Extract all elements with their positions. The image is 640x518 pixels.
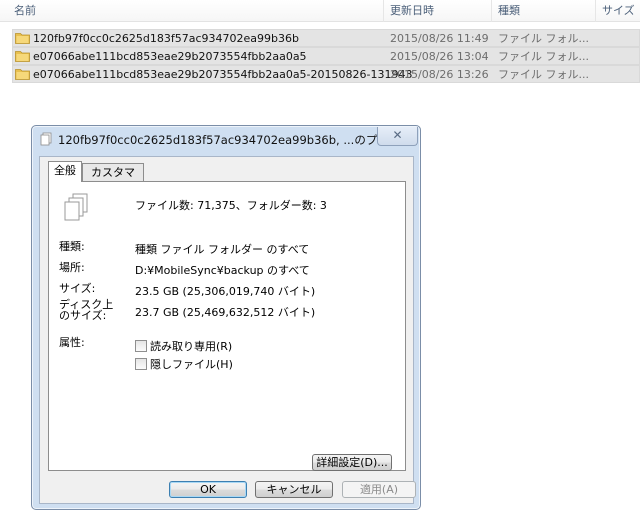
ok-button[interactable]: OK [169, 481, 247, 498]
close-icon: ✕ [392, 128, 403, 142]
folder-icon [15, 33, 30, 44]
dialog-title: 120fb97f0cc0c2625d183f57ac934702ea99b36b… [58, 133, 389, 147]
multiple-files-icon [64, 193, 88, 221]
type-label: 種類: [59, 240, 85, 253]
folder-icon [15, 51, 30, 62]
hidden-checkbox-row[interactable]: 隠しファイル(H) [135, 356, 233, 371]
location-value: D:¥MobileSync¥backup のすべて [135, 264, 310, 277]
readonly-checkbox-row[interactable]: 読み取り専用(R) [135, 338, 233, 353]
file-date: 2015/08/26 13:04 [390, 50, 489, 63]
advanced-button[interactable]: 詳細設定(D)... [312, 454, 392, 471]
file-row[interactable]: e07066abe111bcd853eae29b2073554fbb2aa0a5… [12, 65, 640, 83]
disk-size-value: 23.7 GB (25,469,632,512 バイト) [135, 306, 316, 319]
apply-button[interactable]: 適用(A) [342, 481, 416, 498]
general-tab-panel: ファイル数: 71,375、フォルダー数: 3 種類: 種類 ファイル フォルダ… [48, 181, 406, 471]
column-header-size[interactable]: サイズ [596, 0, 640, 22]
cancel-button[interactable]: キャンセル [255, 481, 333, 498]
separator [59, 325, 399, 326]
properties-dialog: 120fb97f0cc0c2625d183f57ac934702ea99b36b… [31, 125, 421, 510]
file-row[interactable]: 120fb97f0cc0c2625d183f57ac934702ea99b36b… [12, 29, 640, 47]
multiple-files-icon [40, 132, 52, 146]
close-button[interactable]: ✕ [377, 127, 418, 146]
dialog-title-bar[interactable]: 120fb97f0cc0c2625d183f57ac934702ea99b36b… [32, 126, 420, 152]
separator [59, 227, 399, 228]
readonly-label: 読み取り専用(R) [150, 340, 233, 353]
disk-size-label-line2: のサイズ: [59, 309, 107, 322]
attributes-label: 属性: [59, 336, 85, 349]
file-name: 120fb97f0cc0c2625d183f57ac934702ea99b36b [33, 32, 299, 45]
dialog-client-area: 全般 カスタマイズ ファイル数: 71,375、フォルダー数: 3 種類: 種類… [39, 156, 416, 504]
file-type: ファイル フォル... [498, 68, 589, 81]
hidden-label: 隠しファイル(H) [150, 358, 233, 371]
size-label: サイズ: [59, 282, 96, 295]
file-date: 2015/08/26 13:26 [390, 68, 489, 81]
hidden-checkbox[interactable] [135, 358, 147, 370]
type-value: 種類 ファイル フォルダー のすべて [135, 243, 310, 256]
file-name: e07066abe111bcd853eae29b2073554fbb2aa0a5… [33, 68, 413, 81]
column-header-type[interactable]: 種類 [492, 0, 596, 22]
file-type: ファイル フォル... [498, 32, 589, 45]
file-name: e07066abe111bcd853eae29b2073554fbb2aa0a5 [33, 50, 307, 63]
size-value: 23.5 GB (25,306,019,740 バイト) [135, 285, 316, 298]
column-header-date[interactable]: 更新日時 [384, 0, 492, 22]
file-date: 2015/08/26 11:49 [390, 32, 489, 45]
column-header-name[interactable]: 名前 [0, 0, 384, 22]
file-row[interactable]: e07066abe111bcd853eae29b2073554fbb2aa0a5… [12, 47, 640, 65]
readonly-checkbox[interactable] [135, 340, 147, 352]
column-header-bar: 名前 更新日時 種類 サイズ [0, 0, 640, 22]
folder-icon [15, 69, 30, 80]
location-label: 場所: [59, 261, 85, 274]
file-count-text: ファイル数: 71,375、フォルダー数: 3 [135, 199, 327, 212]
tab-customize[interactable]: カスタマイズ [82, 163, 144, 196]
file-type: ファイル フォル... [498, 50, 589, 63]
tab-general[interactable]: 全般 [48, 161, 82, 182]
